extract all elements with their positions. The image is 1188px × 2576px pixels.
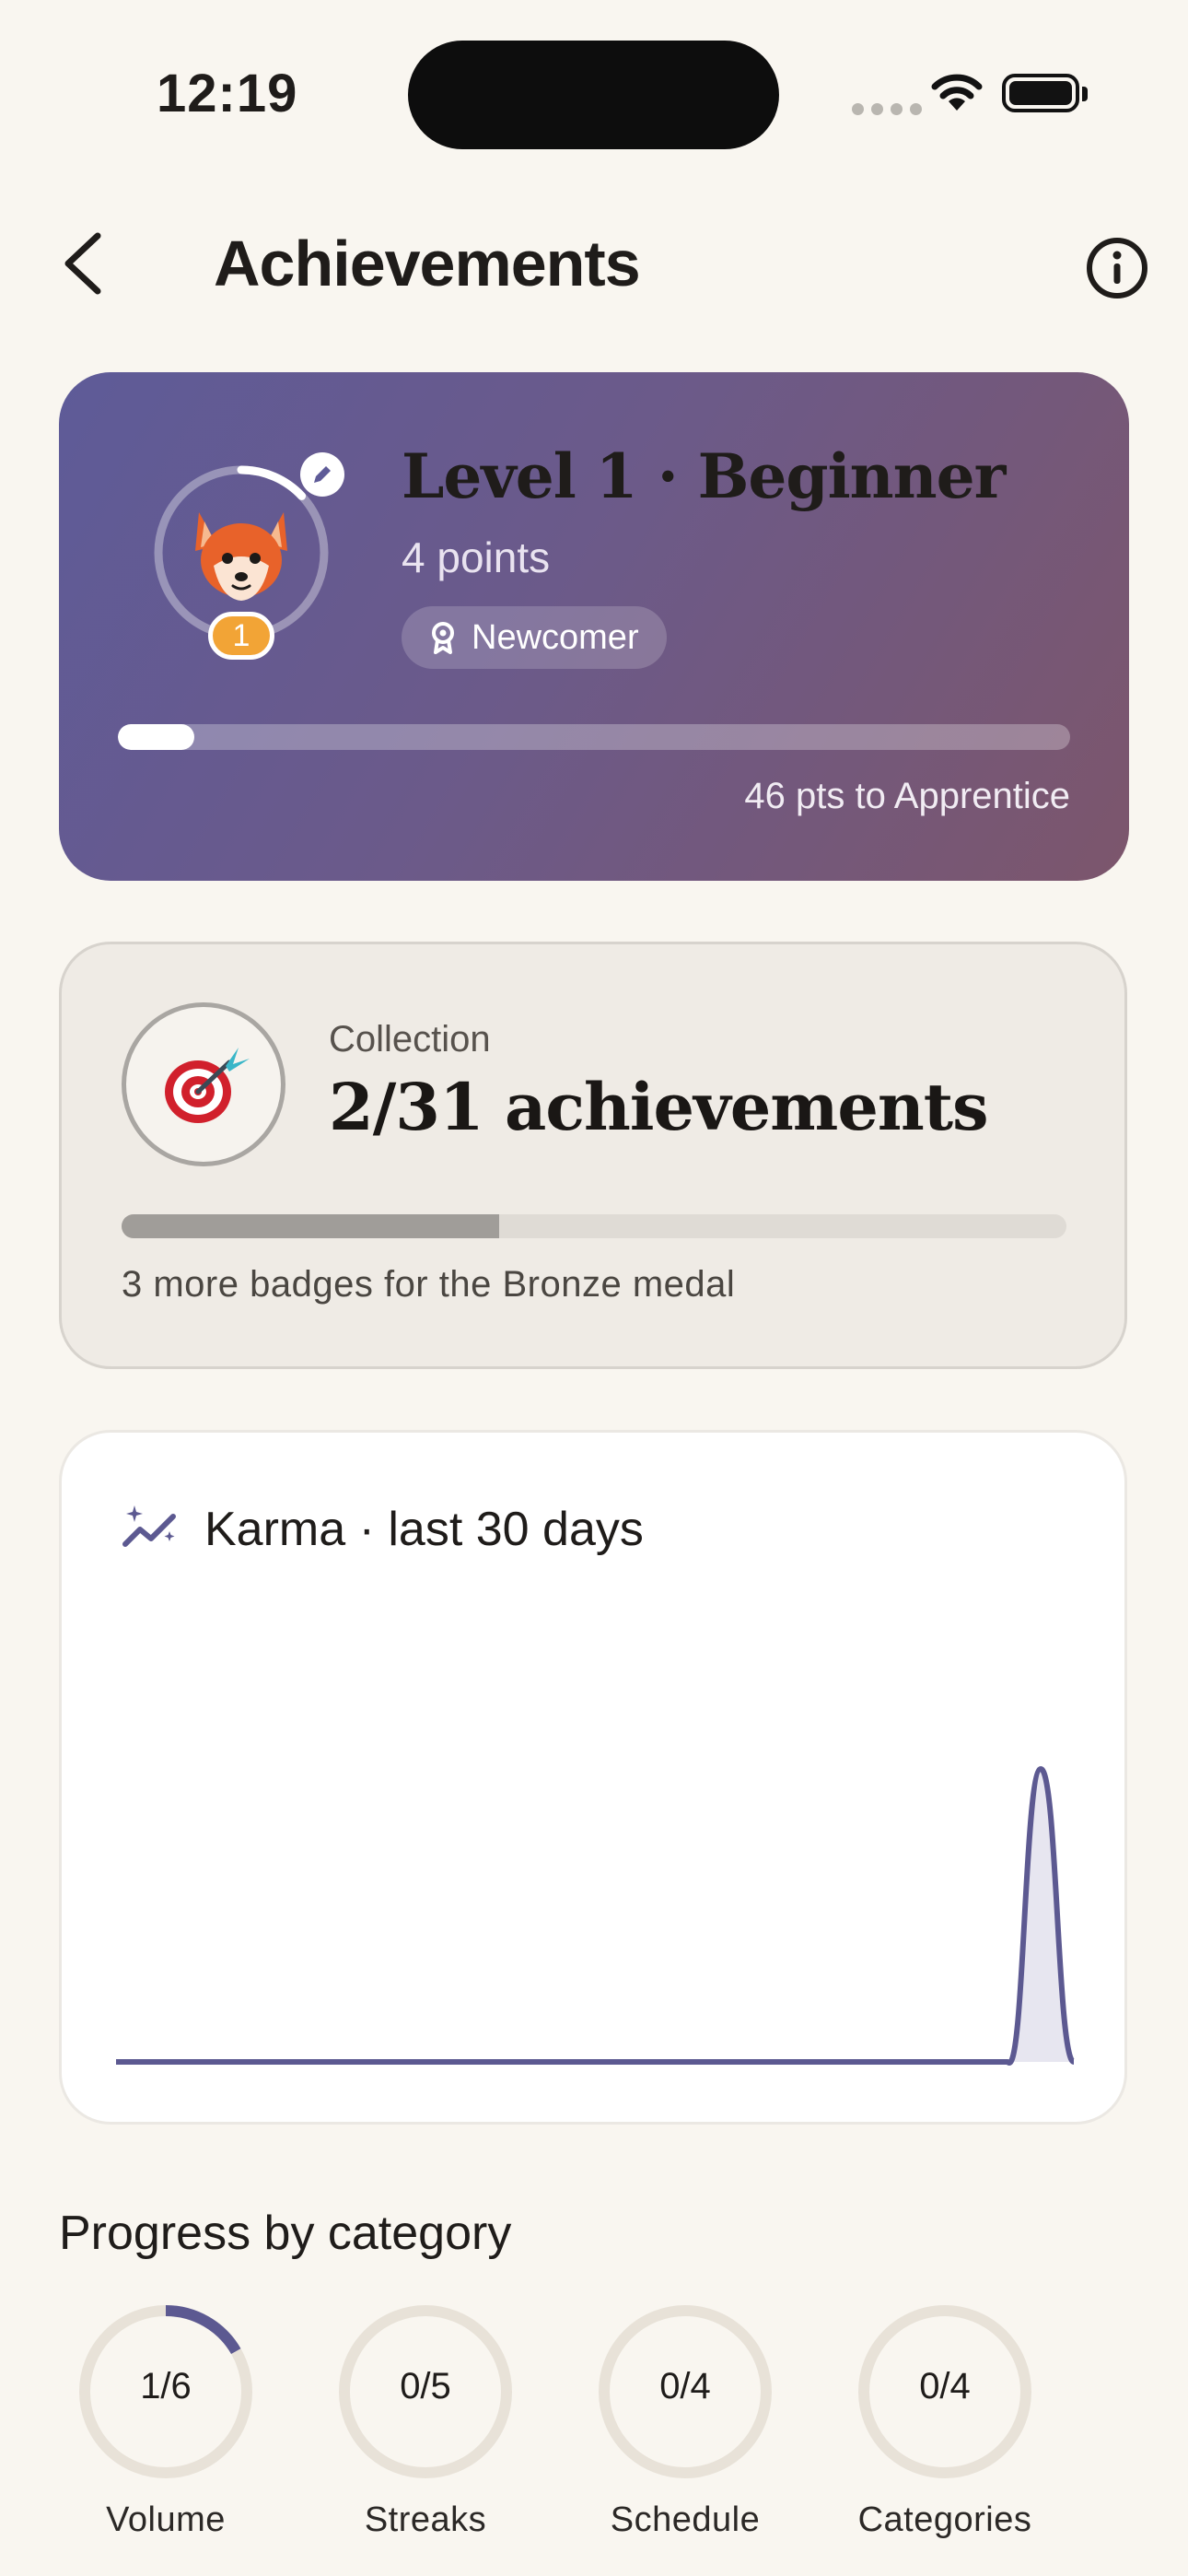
- karma-area: [116, 1769, 1074, 2064]
- category-streaks[interactable]: 0/5 Streaks: [333, 2300, 518, 2540]
- rank-chip[interactable]: Newcomer: [402, 606, 667, 669]
- level-progress-bar: [118, 724, 1070, 750]
- collection-progress-bar: [122, 1214, 1066, 1238]
- category-value: 0/4: [919, 2366, 971, 2406]
- back-chevron-icon[interactable]: [57, 230, 109, 297]
- collection-label: Collection: [329, 1019, 491, 1060]
- category-label: Volume: [106, 2500, 226, 2539]
- battery-cap: [1082, 87, 1088, 101]
- category-volume[interactable]: 1/6 Volume: [74, 2300, 258, 2540]
- collection-progress-fill: [122, 1214, 500, 1238]
- wifi-icon: [931, 74, 983, 111]
- category-value: 0/5: [400, 2366, 451, 2406]
- cellular-signal-icon: [852, 103, 922, 115]
- collection-caption: 3 more badges for the Bronze medal: [122, 1264, 736, 1305]
- karma-chart: [116, 1766, 1077, 2066]
- category-label: Streaks: [364, 2500, 487, 2539]
- rank-label: Newcomer: [472, 618, 639, 657]
- trend-sparkle-icon: [122, 1505, 176, 1547]
- award-ribbon-icon: [432, 622, 454, 654]
- karma-title: Karma · last 30 days: [204, 1503, 644, 1556]
- category-schedule[interactable]: 0/4 Schedule: [593, 2300, 777, 2540]
- battery-icon: [1002, 74, 1079, 112]
- level-points: 4 points: [402, 533, 551, 581]
- level-progress-fill: [118, 724, 194, 750]
- category-categories[interactable]: 0/4 Categories: [853, 2300, 1037, 2540]
- edit-avatar-button[interactable]: [300, 452, 344, 497]
- dart-target-icon: [165, 1048, 250, 1123]
- category-label: Categories: [857, 2500, 1032, 2539]
- category-label: Schedule: [610, 2500, 761, 2539]
- next-level-caption: 46 pts to Apprentice: [744, 776, 1070, 816]
- dynamic-island: [408, 41, 779, 149]
- collection-count: 2/31 achievements: [329, 1069, 989, 1145]
- page-title: Achievements: [214, 228, 641, 299]
- level-title: Level 1 · Beginner: [402, 440, 1006, 512]
- category-value: 0/4: [659, 2366, 711, 2406]
- level-number-badge: 1: [208, 612, 274, 660]
- category-value: 1/6: [140, 2366, 192, 2406]
- info-icon[interactable]: [1085, 236, 1149, 300]
- karma-series-line: [116, 1766, 1077, 2066]
- status-time: 12:19: [157, 64, 298, 123]
- section-title-progress-by-category: Progress by category: [59, 2207, 512, 2260]
- pencil-icon: [314, 466, 331, 483]
- collection-badge: [122, 1002, 285, 1166]
